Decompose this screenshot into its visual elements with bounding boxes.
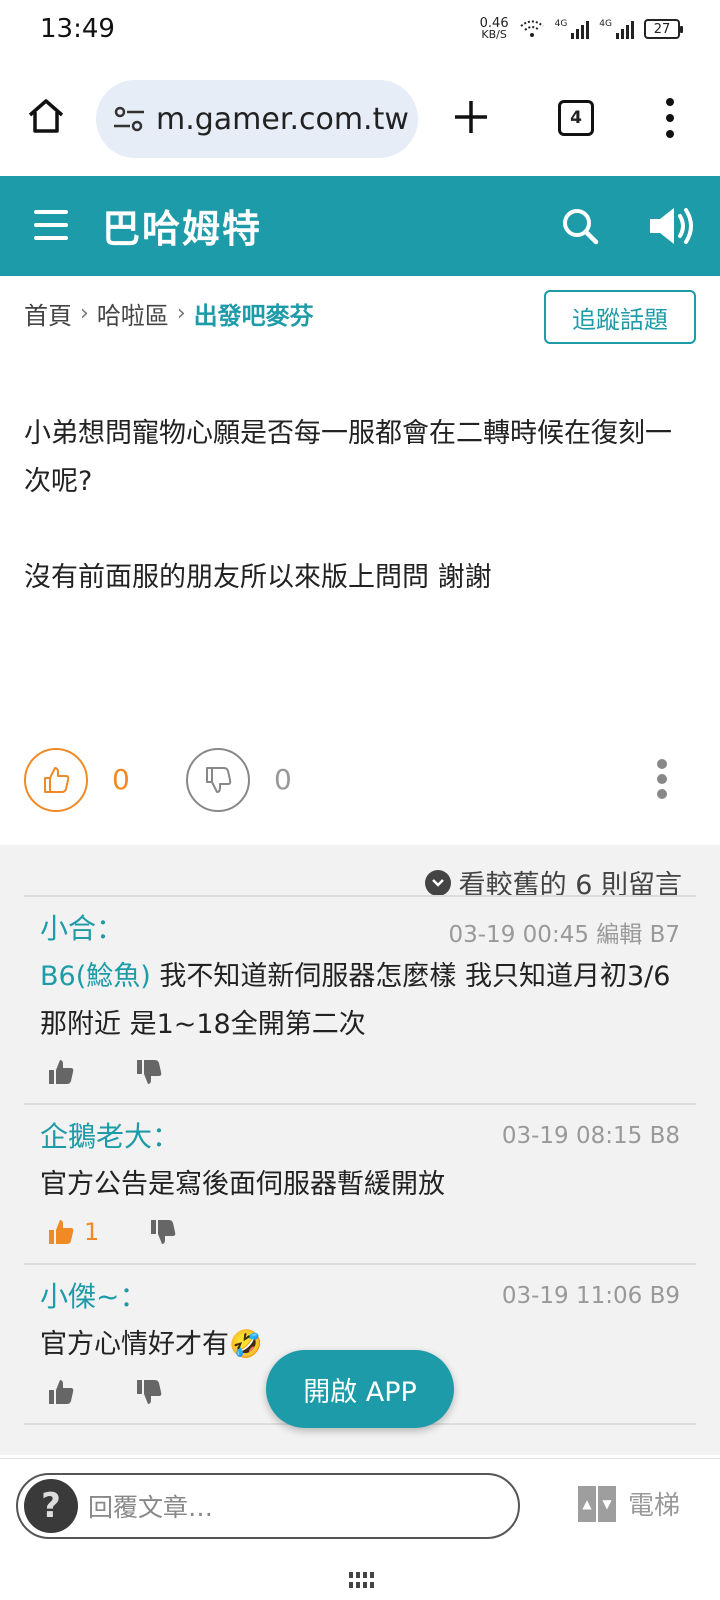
thumbs-down-icon xyxy=(206,767,232,793)
dislike-button[interactable] xyxy=(186,748,250,812)
comment-author[interactable]: 小傑~： xyxy=(40,1275,147,1315)
follow-topic-button[interactable]: 追蹤話題 xyxy=(544,290,696,344)
article-body: 小弟想問寵物心願是否每一服都會在二轉時候在復刻一次呢? 沒有前面服的朋友所以來版… xyxy=(24,410,696,650)
reply-input[interactable]: ? 回覆文章… xyxy=(16,1473,520,1539)
status-icons: 0.46 KB/S 4G 4G 27 xyxy=(480,17,683,41)
comment-like-button[interactable] xyxy=(46,1057,76,1087)
home-icon[interactable] xyxy=(26,96,66,136)
comment-dislike-button[interactable] xyxy=(134,1377,164,1407)
system-nav-bar xyxy=(0,1550,720,1600)
avatar: ? xyxy=(24,1479,78,1533)
search-icon[interactable] xyxy=(560,206,600,246)
comment-author[interactable]: 企鵝老大： xyxy=(40,1115,180,1155)
comment-dislike-button[interactable] xyxy=(148,1217,178,1247)
like-count: 0 xyxy=(112,763,130,796)
tab-switcher-button[interactable]: 4 xyxy=(558,100,594,136)
comment-like-button[interactable]: 1 xyxy=(46,1217,99,1247)
comment-item: 小合： 03-19 00:45 編輯 B7 B6(鯰魚) 我不知道新伺服器怎麼樣… xyxy=(24,895,696,1103)
article-paragraph: 小弟想問寵物心願是否每一服都會在二轉時候在復刻一次呢? xyxy=(24,418,672,497)
dislike-count: 0 xyxy=(274,763,292,796)
reply-placeholder: 回覆文章… xyxy=(88,1493,214,1522)
chevron-down-icon xyxy=(424,869,451,896)
elevator-icon: ▲ ▼ xyxy=(578,1485,616,1522)
status-bar: 13:49 0.46 KB/S 4G 4G 27 xyxy=(0,0,720,64)
wifi-icon xyxy=(519,20,544,37)
status-time: 13:49 xyxy=(40,14,115,44)
thumbs-down-icon xyxy=(137,1060,162,1084)
chevron-right-icon: › xyxy=(176,301,186,326)
comment-text: B6(鯰魚) 我不知道新伺服器怎麼樣 我只知道月初3/6那附近 是1~18全開第… xyxy=(40,953,690,1049)
comment-like-button[interactable] xyxy=(46,1377,76,1407)
comment-author[interactable]: 小合： xyxy=(40,907,124,947)
comment-dislike-button[interactable] xyxy=(134,1057,164,1087)
network-speed: 0.46 KB/S xyxy=(480,17,509,41)
thumbs-down-icon xyxy=(151,1220,176,1244)
comment-item: 企鵝老大： 03-19 08:15 B8 官方公告是寫後面伺服器暫緩開放 1 xyxy=(24,1103,696,1263)
hamburger-menu-icon[interactable] xyxy=(34,210,68,240)
speaker-icon[interactable] xyxy=(648,204,698,248)
battery-icon: 27 xyxy=(644,19,683,39)
signal-2-label: 4G xyxy=(599,19,612,29)
signal-icon-2: 4G xyxy=(599,19,634,39)
comment-meta: 03-19 00:45 編輯 B7 xyxy=(448,922,680,948)
app-drawer-icon[interactable] xyxy=(349,1572,374,1588)
comment-mention[interactable]: B6(鯰魚) xyxy=(40,961,151,992)
browser-toolbar: m.gamer.com.tw 4 xyxy=(0,64,720,174)
elevator-label: 電梯 xyxy=(628,1491,681,1521)
comment-meta: 03-19 08:15 B8 xyxy=(501,1123,680,1149)
site-title[interactable]: 巴哈姆特 xyxy=(102,198,262,253)
thumbs-up-icon xyxy=(49,1060,74,1084)
address-bar[interactable]: m.gamer.com.tw xyxy=(96,80,418,158)
site-header: 巴哈姆特 xyxy=(0,176,720,276)
url-text: m.gamer.com.tw xyxy=(156,101,409,137)
comment-like-count: 1 xyxy=(84,1218,100,1246)
reply-bar: ? 回覆文章… ▲ ▼ 電梯 xyxy=(0,1458,720,1550)
comment-text: 官方公告是寫後面伺服器暫緩開放 xyxy=(40,1169,445,1200)
new-tab-icon[interactable] xyxy=(452,98,490,136)
site-settings-icon[interactable] xyxy=(112,104,146,134)
article-vote-bar: 0 0 xyxy=(0,745,720,815)
breadcrumb: 首頁 › 哈啦區 › 出發吧麥芬 xyxy=(24,296,314,331)
signal-icon-1: 4G xyxy=(555,19,590,39)
elevator-button[interactable]: ▲ ▼ 電梯 xyxy=(578,1485,680,1522)
article-paragraph: 沒有前面服的朋友所以來版上問問 謝謝 xyxy=(24,562,492,593)
thumbs-up-icon xyxy=(49,1380,74,1404)
thumbs-up-icon xyxy=(44,767,70,793)
thumbs-down-icon xyxy=(137,1380,162,1404)
comment-meta: 03-19 11:06 B9 xyxy=(501,1283,680,1309)
browser-menu-icon[interactable] xyxy=(660,98,680,138)
breadcrumb-board[interactable]: 出發吧麥芬 xyxy=(194,296,314,331)
breadcrumb-home[interactable]: 首頁 xyxy=(24,296,72,331)
more-options-icon[interactable] xyxy=(656,759,668,799)
chevron-right-icon: › xyxy=(80,301,89,326)
open-app-button[interactable]: 開啟 APP xyxy=(266,1350,454,1428)
breadcrumb-forum[interactable]: 哈啦區 xyxy=(97,296,169,331)
like-button[interactable] xyxy=(24,748,88,812)
network-speed-unit: KB/S xyxy=(481,28,507,41)
signal-1-label: 4G xyxy=(554,19,568,29)
thumbs-up-icon xyxy=(49,1220,74,1244)
